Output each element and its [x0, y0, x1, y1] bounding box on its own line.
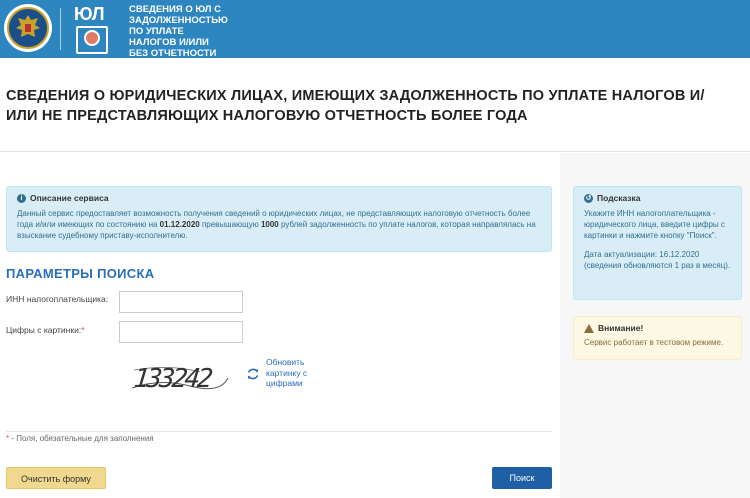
- info-amount: 1000: [260, 220, 279, 229]
- main-panel: i Описание сервиса Данный сервис предост…: [0, 153, 560, 498]
- hint-box: ↺ Подсказка Укажите ИНН налогоплательщик…: [573, 186, 742, 300]
- refresh-captcha-link[interactable]: Обновить картинку с цифрами: [266, 357, 326, 389]
- clear-form-button[interactable]: Очистить форму: [6, 467, 106, 489]
- info-icon: i: [17, 193, 26, 203]
- service-description-box: i Описание сервиса Данный сервис предост…: [6, 186, 552, 252]
- inn-input[interactable]: [119, 291, 243, 313]
- service-logo-text: ЮЛ: [74, 4, 105, 24]
- content-area: i Описание сервиса Данный сервис предост…: [0, 153, 750, 498]
- site-header: ЮЛ СВЕДЕНИЯ О ЮЛ С ЗАДОЛЖЕННОСТЬЮ ПО УПЛ…: [0, 0, 750, 58]
- header-divider: [60, 8, 61, 50]
- captcha-image: 133242: [130, 358, 230, 394]
- hint-title-text: Подсказка: [597, 193, 641, 203]
- service-logo[interactable]: ЮЛ: [70, 4, 115, 54]
- warning-title: Внимание!: [584, 323, 731, 333]
- warning-text: Сервис работает в тестовом режиме.: [584, 338, 724, 347]
- service-title: СВЕДЕНИЯ О ЮЛ С ЗАДОЛЖЕННОСТЬЮ ПО УПЛАТЕ…: [129, 4, 228, 58]
- info-title: i Описание сервиса: [17, 193, 541, 203]
- search-params-title: ПАРАМЕТРЫ ПОИСКА: [6, 266, 155, 281]
- inn-label: ИНН налогоплательщика:: [6, 294, 109, 304]
- warning-box: Внимание! Сервис работает в тестовом реж…: [573, 316, 742, 360]
- form-separator: [6, 431, 552, 432]
- required-mark: *: [81, 325, 85, 335]
- eagle-icon: [16, 15, 40, 37]
- warning-title-text: Внимание!: [598, 323, 644, 333]
- required-note-text: - Поля, обязательные для заполнения: [9, 434, 154, 443]
- search-button[interactable]: Поиск: [492, 467, 552, 489]
- hint-icon: ↺: [584, 193, 593, 203]
- info-text-part2: превышающую: [199, 220, 261, 229]
- captcha-label-row: Цифры с картинки:*: [6, 325, 85, 335]
- info-text: Данный сервис предоставляет возможность …: [17, 208, 541, 241]
- update-date-text: Дата актуализации: 16.12.2020 (сведения …: [584, 250, 731, 270]
- hint-text: Укажите ИНН налогоплательщика - юридичес…: [584, 209, 725, 240]
- info-title-text: Описание сервиса: [30, 193, 109, 203]
- hint-title: ↺ Подсказка: [584, 193, 731, 203]
- refresh-icon[interactable]: [246, 367, 260, 381]
- captcha-digits: 133242: [132, 364, 212, 394]
- info-date: 01.12.2020: [159, 220, 200, 229]
- page-title: СВЕДЕНИЯ О ЮРИДИЧЕСКИХ ЛИЦАХ, ИМЕЮЩИХ ЗА…: [6, 88, 705, 124]
- magnifier-icon: [84, 30, 100, 46]
- captcha-input[interactable]: [119, 321, 243, 343]
- required-fields-note: * - Поля, обязательные для заполнения: [6, 434, 154, 443]
- warning-icon: [584, 323, 594, 333]
- captcha-label: Цифры с картинки:: [6, 325, 82, 335]
- fns-emblem-logo[interactable]: [4, 4, 52, 52]
- title-section: СВЕДЕНИЯ О ЮРИДИЧЕСКИХ ЛИЦАХ, ИМЕЮЩИХ ЗА…: [0, 58, 750, 152]
